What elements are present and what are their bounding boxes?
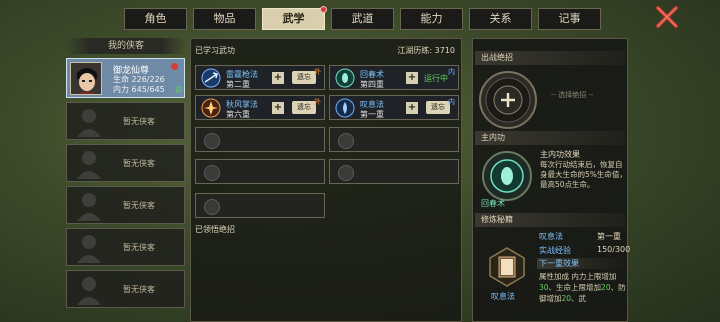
rejuvenation-icon[interactable]	[481, 150, 533, 202]
next-level-effect-header: 下一重效果	[537, 258, 625, 269]
attribute-bonus-text-part: 、生命上限增加	[548, 283, 602, 292]
skill-level: 第一重	[360, 110, 384, 119]
cultivation-skill-level: 第一重	[597, 232, 621, 241]
hero-slot-empty[interactable]: 暂无侠客	[66, 228, 185, 266]
attribute-bonus-text-part: 内力上限增加	[571, 272, 617, 281]
learned-skills-panel: 已学习武功 江湖历练: 3710 雷霆枪法 第二重 + 遗忘 外 回春术 第四重…	[190, 38, 462, 322]
forget-button[interactable]: 遗忘	[292, 101, 316, 114]
book-name: 叹息法	[491, 292, 515, 301]
upgrade-plus-button[interactable]: +	[406, 102, 418, 114]
sigh-technique-icon	[335, 98, 355, 118]
book-icon[interactable]	[487, 247, 527, 287]
skill-slot[interactable]: 叹息法 第一重 + 遗忘 内	[329, 95, 459, 120]
close-icon[interactable]	[655, 6, 679, 28]
attribute-bonus-label: 属性加成	[539, 272, 569, 281]
person-silhouette-icon	[77, 151, 101, 179]
person-silhouette-icon	[77, 109, 101, 137]
cultivation-skill-name: 叹息法	[539, 232, 563, 241]
skill-slot[interactable]: 雷霆枪法 第二重 + 遗忘 外	[195, 65, 325, 90]
main-effect-title: 主内功效果	[540, 150, 580, 159]
bonus-value: 20	[561, 294, 572, 303]
upgrade-plus-button[interactable]: +	[272, 102, 284, 114]
empty-skill-slot[interactable]	[329, 159, 459, 184]
tab-martial-arts[interactable]: 武学	[262, 6, 327, 30]
empty-skill-slot[interactable]	[195, 159, 325, 184]
empty-skill-slot[interactable]	[195, 193, 325, 218]
combat-exp-value: 150/300	[597, 245, 631, 254]
autumn-wind-palm-icon	[201, 98, 221, 118]
tab-bar: 角色 物品 武学 武道 能力 关系 记事	[124, 6, 601, 30]
combat-exp-label: 实战经验	[539, 246, 571, 255]
skill-level: 第六重	[226, 110, 250, 119]
hero-list-panel: 我的侠客 御龙仙尊 生命 226/226 内力 645/645 调 暂无侠客 暂…	[66, 38, 186, 322]
attribute-bonus-text: 属性加成 内力上限增加30、生命上限增加20、防御增加20、武	[539, 271, 627, 304]
hero-mp: 内力 645/645	[113, 85, 165, 94]
skill-slot[interactable]: 回春术 第四重 + 运行中 内	[329, 65, 459, 90]
main-effect-description: 每次行动结束后，恢复自身最大生命的5%生命值，最高50点生命。	[540, 160, 627, 189]
bonus-value: 30	[539, 283, 549, 292]
skill-level: 第二重	[226, 80, 250, 89]
tab-character[interactable]: 角色	[124, 8, 187, 30]
person-silhouette-icon	[77, 193, 101, 221]
thunder-spear-icon	[201, 68, 221, 88]
skill-type-badge: 外	[314, 98, 321, 106]
upgrade-plus-button[interactable]: +	[406, 72, 418, 84]
tab-items[interactable]: 物品	[193, 8, 256, 30]
forget-button[interactable]: 遗忘	[426, 101, 450, 114]
ultimate-header: 出战绝招	[475, 51, 625, 65]
jianghu-experience: 江湖历练: 3710	[397, 46, 455, 55]
empty-slot-circle	[338, 133, 354, 149]
empty-slot-label: 暂无侠客	[123, 201, 155, 210]
skill-detail-panel: 出战绝招 -- 选择绝招 -- 主内功 主内功效果 每次行动结束后，恢复自身最大…	[472, 38, 631, 322]
empty-slot-circle	[204, 133, 220, 149]
tab-martial-arts-label: 武学	[282, 12, 305, 25]
empty-slot-circle	[338, 165, 354, 181]
upgrade-plus-button[interactable]: +	[272, 72, 284, 84]
hero-slot-empty[interactable]: 暂无侠客	[66, 144, 185, 182]
skill-slot[interactable]: 秋风掌法 第六重 + 遗忘 外	[195, 95, 325, 120]
forget-button[interactable]: 遗忘	[292, 71, 316, 84]
hero-slot-empty[interactable]: 暂无侠客	[66, 102, 185, 140]
hero-list-title: 我的侠客	[66, 38, 186, 54]
skill-level: 第四重	[360, 80, 384, 89]
empty-skill-slot[interactable]	[195, 127, 325, 152]
mastered-ultimates-title: 已领悟绝招	[195, 225, 235, 234]
skill-type-badge: 内	[448, 98, 455, 106]
select-ultimate-placeholder[interactable]: -- 选择绝招 --	[551, 90, 594, 100]
empty-slot-label: 暂无侠客	[123, 117, 155, 126]
skill-type-badge: 外	[314, 68, 321, 76]
tab-journal[interactable]: 记事	[538, 8, 601, 30]
empty-slot-label: 暂无侠客	[123, 243, 155, 252]
hero-slot-empty[interactable]: 暂无侠客	[66, 270, 185, 308]
empty-slot-label: 暂无侠客	[123, 159, 155, 168]
person-silhouette-icon	[77, 277, 101, 305]
tab-abilities[interactable]: 能力	[400, 8, 463, 30]
empty-slot-circle	[204, 165, 220, 181]
notification-dot	[320, 6, 327, 13]
avatar	[70, 62, 102, 95]
hero-tag: 调	[175, 86, 182, 94]
rejuvenation-icon	[335, 68, 355, 88]
empty-slot-label: 暂无侠客	[123, 285, 155, 294]
learned-skills-title: 已学习武功	[195, 46, 235, 55]
notification-dot	[171, 63, 178, 70]
running-status: 运行中	[424, 74, 448, 83]
person-silhouette-icon	[77, 235, 101, 263]
attribute-bonus-text-part: 、武	[571, 294, 587, 303]
hero-card-selected[interactable]: 御龙仙尊 生命 226/226 内力 645/645 调	[66, 58, 185, 98]
empty-slot-circle	[204, 199, 220, 215]
tab-martial-way[interactable]: 武道	[331, 8, 394, 30]
ultimate-slot-icon[interactable]	[477, 69, 539, 131]
empty-skill-slot[interactable]	[329, 127, 459, 152]
main-skill-name: 回春术	[481, 199, 505, 208]
hero-slot-empty[interactable]: 暂无侠客	[66, 186, 185, 224]
cultivation-book-header: 修炼秘籍	[475, 213, 625, 227]
main-inner-skill-header: 主内功	[475, 131, 625, 145]
skill-type-badge: 内	[448, 68, 455, 76]
tab-relations[interactable]: 关系	[469, 8, 532, 30]
bonus-value: 20	[601, 283, 611, 292]
